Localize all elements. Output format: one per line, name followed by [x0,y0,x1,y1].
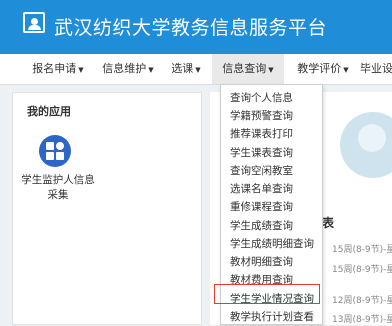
nav-item-label: 毕业设 [360,62,392,75]
main-nav: 报名申请 ▼ 信息维护 ▼ 选课 ▼ 信息查询 ▼ 教学评价 ▼ 毕业设 [0,54,392,85]
nav-item-course-selection[interactable]: 选课 ▼ [164,54,208,84]
app-label[interactable]: 学生监护人信息采集 [18,173,98,203]
menu-item-grade-details[interactable]: 学生成绩明细查询 [230,235,314,253]
menu-item-teaching-plan[interactable]: 教学执行计划查看 [230,308,314,326]
nav-item-label: 信息查询 [222,62,267,75]
nav-item-label: 教学评价 [297,62,342,75]
menu-item-free-classroom[interactable]: 查询空闲教室 [230,162,293,180]
caret-down-icon: ▼ [343,66,349,74]
menu-item-student-grades[interactable]: 学生成绩查询 [230,217,293,235]
nav-item-registration[interactable]: 报名申请 ▼ [22,54,94,84]
nav-item-label: 信息维护 [102,62,147,75]
app-title: 武汉纺织大学教务信息服务平台 [54,17,328,39]
schedule-cell: 15周(8-9节)-星 [332,265,392,275]
guardian-info-app-icon[interactable] [39,135,71,167]
grid-icon [46,142,54,150]
caret-down-icon: ▼ [78,66,84,74]
nav-item-graduation[interactable]: 毕业设 [360,54,392,84]
highlight-box [214,284,320,304]
menu-item-student-timetable[interactable]: 学生课表查询 [230,144,293,162]
my-apps-title: 我的应用 [27,105,71,118]
menu-item-timetable-print[interactable]: 推荐课表打印 [230,125,293,143]
top-header: 武汉纺织大学教务信息服务平台 [0,0,392,54]
menu-item-status-warning[interactable]: 学籍预警查询 [230,107,293,125]
nav-item-info-maintenance[interactable]: 信息维护 ▼ [96,54,160,84]
my-apps-panel: 我的应用 [12,92,202,325]
menu-item-textbook-details[interactable]: 教材明细查询 [230,253,293,271]
menu-item-retake-courses[interactable]: 重修课程查询 [230,198,293,216]
logo-icon [23,12,45,33]
menu-item-personal-info[interactable]: 查询个人信息 [230,89,293,107]
menu-item-course-roster[interactable]: 选课名单查询 [230,180,293,198]
schedule-cell: 15周(8-9节)-星 [332,245,392,255]
caret-down-icon: ▼ [268,66,274,74]
schedule-cell: 12周(8-9节)-星 [332,296,392,306]
nav-item-teaching-evaluation[interactable]: 教学评价 ▼ [292,54,354,84]
schedule-table-title: 表 [322,216,335,230]
caret-down-icon: ▼ [195,66,201,74]
caret-down-icon: ▼ [148,66,154,74]
schedule-cell: 13周(8-9节)-星 [332,315,392,325]
nav-item-label: 选课 [171,62,194,75]
nav-item-label: 报名申请 [32,62,77,75]
nav-item-info-query[interactable]: 信息查询 ▼ [212,54,284,84]
